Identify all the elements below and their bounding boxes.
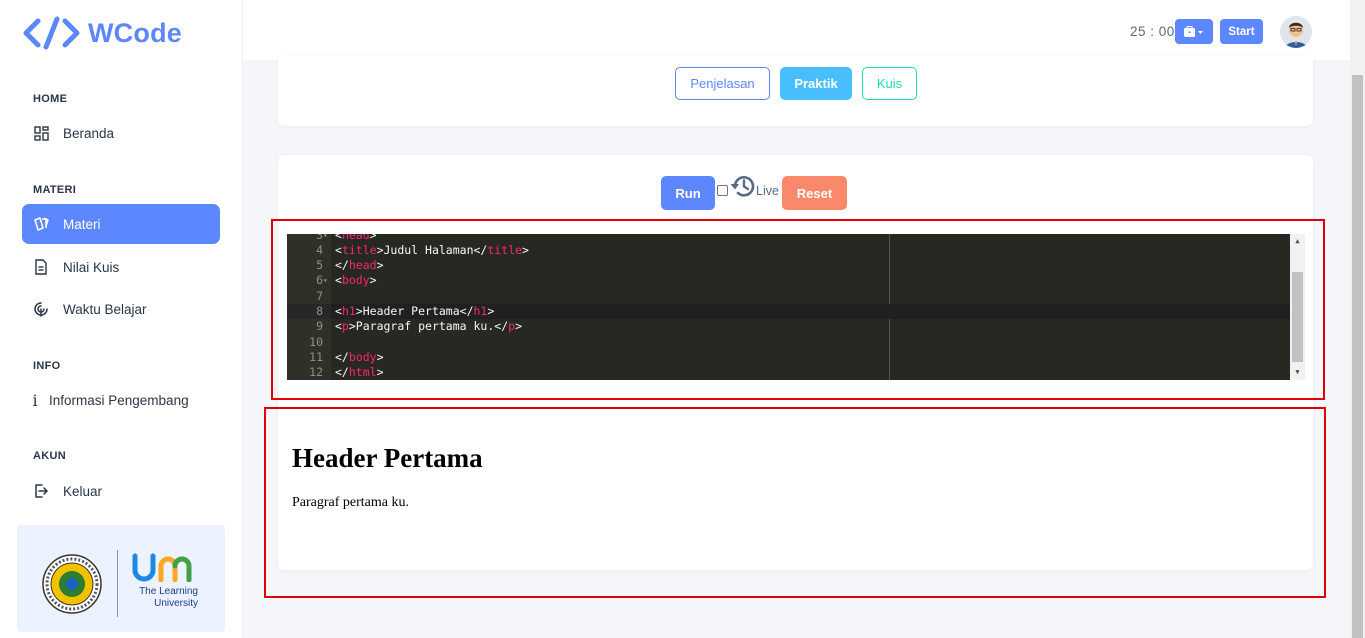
user-avatar[interactable] [1280, 16, 1312, 48]
chevron-down-icon [1198, 30, 1203, 34]
start-button[interactable]: Start [1220, 19, 1263, 44]
brand-logo[interactable]: WCode [22, 16, 182, 50]
brand-name: WCode [88, 17, 182, 48]
tools-dropdown-button[interactable] [1175, 19, 1213, 44]
history-icon[interactable] [729, 172, 757, 200]
highlight-box-editor [271, 219, 1325, 400]
briefcase-icon [1184, 25, 1203, 37]
sidebar-item-nilai-kuis[interactable]: Nilai Kuis [22, 247, 220, 287]
sidebar-item-label: Keluar [63, 483, 103, 499]
tab-penjelasan[interactable]: Penjelasan [675, 67, 770, 100]
university-banner: The Learning University [17, 525, 225, 632]
sidebar-item-beranda[interactable]: Beranda [22, 113, 220, 153]
timer-display: 25 : 00 [1130, 24, 1175, 39]
sidebar-item-label: Informasi Pengembang [49, 392, 189, 408]
sidebar-item-materi[interactable]: Materi [22, 204, 220, 244]
sidebar-item-label: Materi [63, 216, 101, 232]
live-checkbox[interactable] [717, 185, 728, 196]
section-title-akun: AKUN [33, 450, 66, 462]
sidebar-item-label: Waktu Belajar [63, 301, 147, 317]
tab-praktik[interactable]: Praktik [780, 67, 852, 100]
cards-icon [33, 216, 49, 232]
file-icon [33, 259, 49, 275]
tab-kuis[interactable]: Kuis [862, 67, 917, 100]
sidebar: WCode HOME Beranda MATERI Materi Nilai K… [0, 0, 243, 638]
section-title-home: HOME [33, 93, 68, 105]
sidebar-item-label: Beranda [63, 125, 115, 141]
logout-icon [33, 483, 49, 499]
run-button[interactable]: Run [661, 176, 715, 210]
university-seal-logo [42, 554, 102, 614]
sidebar-item-keluar[interactable]: Keluar [22, 471, 220, 511]
reset-button[interactable]: Reset [782, 176, 847, 210]
sidebar-item-waktu-belajar[interactable]: Waktu Belajar [22, 289, 220, 329]
page-scrollbar-thumb[interactable] [1352, 75, 1363, 638]
highlight-box-preview [264, 407, 1326, 598]
progress-icon [33, 301, 49, 317]
topbar: 25 : 00 Start [243, 0, 1350, 60]
code-brackets-icon [23, 16, 80, 50]
dashboard-icon [33, 125, 49, 141]
section-title-materi: MATERI [33, 184, 77, 196]
info-icon: i [32, 390, 38, 410]
sidebar-item-label: Nilai Kuis [63, 259, 120, 275]
banner-divider [117, 550, 118, 617]
university-tagline: The Learning University [139, 586, 198, 609]
live-label: Live [756, 184, 779, 198]
sidebar-item-informasi-pengembang[interactable]: i Informasi Pengembang [22, 380, 220, 420]
section-title-info: INFO [33, 360, 61, 372]
um-logo [132, 553, 192, 582]
